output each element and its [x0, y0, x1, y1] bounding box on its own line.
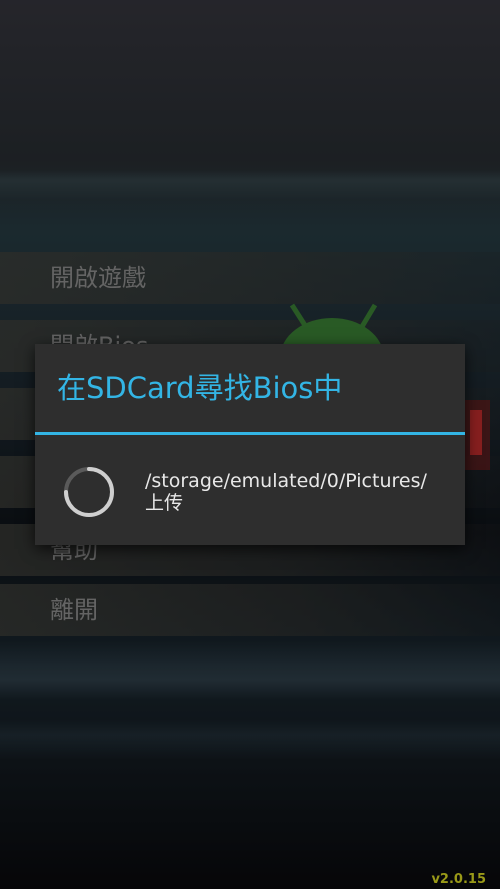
- dialog-title: 在SDCard尋找Bios中: [57, 371, 343, 405]
- dialog-message: /storage/emulated/0/Pictures/上传: [145, 470, 427, 514]
- progress-dialog: 在SDCard尋找Bios中 /storage/emulated/0/Pictu…: [35, 344, 465, 545]
- progress-spinner-icon: [64, 467, 114, 517]
- dialog-divider: [35, 432, 465, 435]
- version-label: v2.0.15: [431, 872, 486, 887]
